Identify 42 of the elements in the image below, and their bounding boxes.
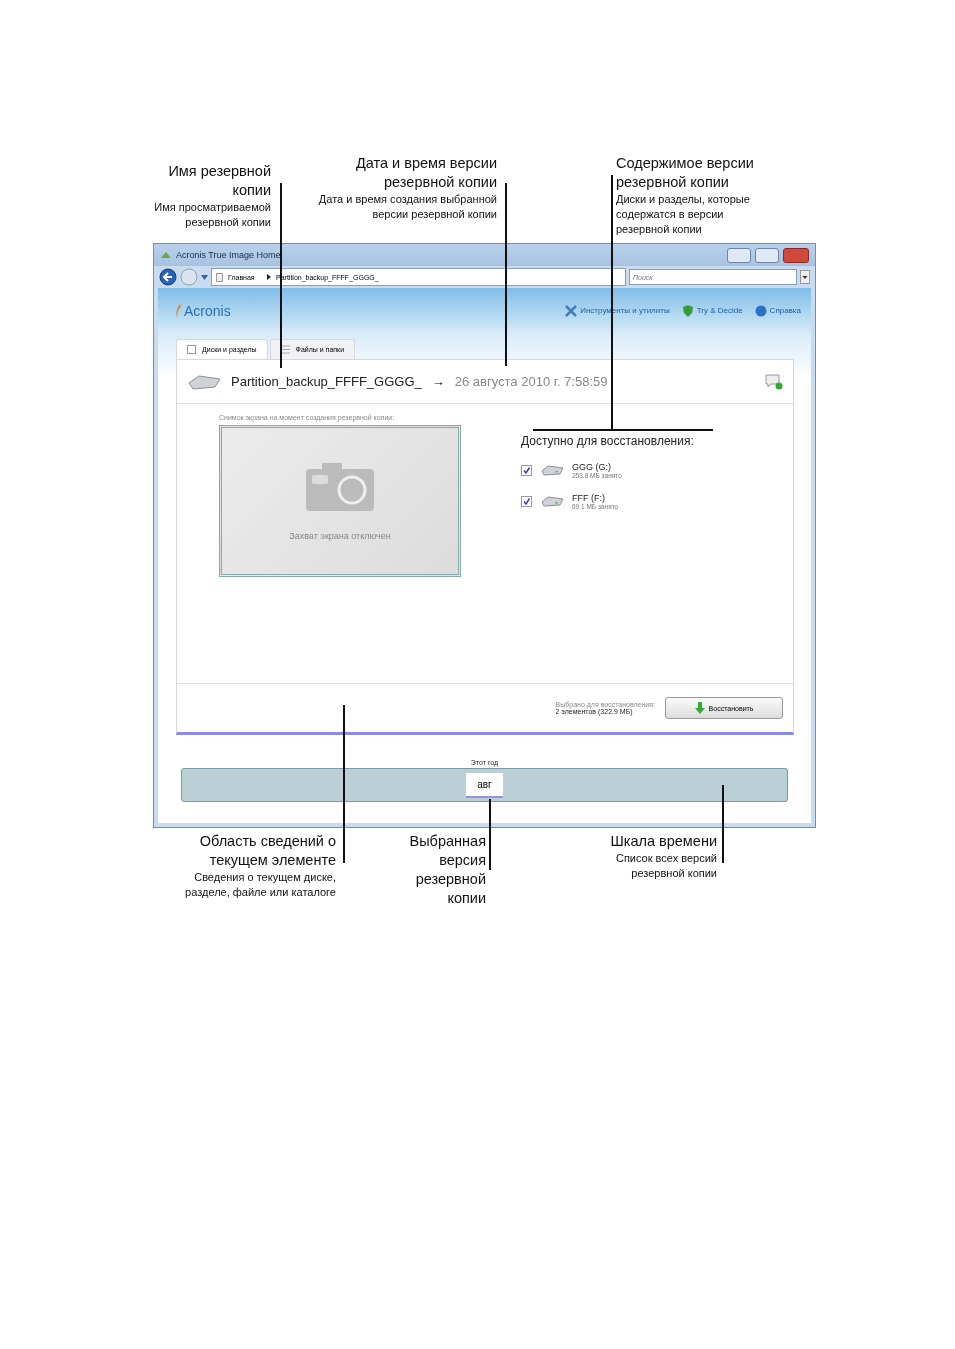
- arrow-glyph: →: [431, 374, 445, 389]
- callout-title: Дата и время версии резервной копии: [354, 154, 497, 192]
- back-icon: [159, 268, 177, 286]
- callout-title: Шкала времени: [609, 832, 717, 851]
- checkbox[interactable]: [521, 496, 532, 507]
- camera-icon: [306, 461, 374, 511]
- app-icon: [160, 250, 172, 260]
- callout-description: Имя просматриваемой резервной копии: [153, 200, 271, 230]
- drive-icon: [216, 272, 223, 282]
- toolbar-link[interactable]: Try & Decide: [696, 306, 743, 315]
- disk-name: FFF (F:): [572, 493, 606, 503]
- callout-description: Список всех версий резервной копии: [614, 851, 717, 881]
- callout-title: Выбранная версия резервной копии: [408, 832, 486, 908]
- disk-name: GGG (G:): [572, 462, 612, 472]
- leader-line: [489, 799, 491, 870]
- checkbox-icon: [187, 345, 196, 354]
- dropdown-icon: [800, 270, 810, 284]
- window-title: Acronis True Image Home: [176, 250, 282, 260]
- close-button[interactable]: [783, 247, 809, 263]
- shield-icon: [681, 304, 694, 317]
- comment-icon: [765, 373, 783, 390]
- download-icon: [694, 702, 705, 714]
- timeline-month[interactable]: авг: [466, 772, 503, 798]
- backup-name: Partition_backup_FFFF_GGGG_: [231, 374, 422, 389]
- toolbar-link[interactable]: Справка: [769, 306, 801, 315]
- checkbox[interactable]: [521, 465, 532, 476]
- callout-title: Область сведений о текущем элементе: [198, 832, 336, 870]
- callout-title: Имя резервной копии: [167, 162, 271, 200]
- list-icon: [280, 345, 290, 354]
- callout-description: Дата и время создания выбранной версии резервной копии: [317, 192, 497, 222]
- logo-text: Acronis: [184, 302, 231, 319]
- chevron-icon: [267, 274, 271, 280]
- minimize-button[interactable]: [727, 247, 751, 263]
- callout-description: Сведения о текущем диске, разделе, файле или каталоге: [184, 870, 336, 900]
- callout-title: Содержимое версии резервной копии: [616, 154, 755, 192]
- backup-date: 26 августа 2010 г. 7:58:59: [454, 374, 609, 389]
- caret-icon: [201, 274, 208, 280]
- available-title: Доступно для восстановления:: [521, 434, 694, 448]
- maximize-button[interactable]: [755, 247, 779, 263]
- tools-icon: [565, 304, 578, 317]
- screenshot-message: Захват экрана отключен: [289, 531, 391, 541]
- callout-description: Диски и разделы, которые содержатся в версии резервной копии: [616, 192, 751, 237]
